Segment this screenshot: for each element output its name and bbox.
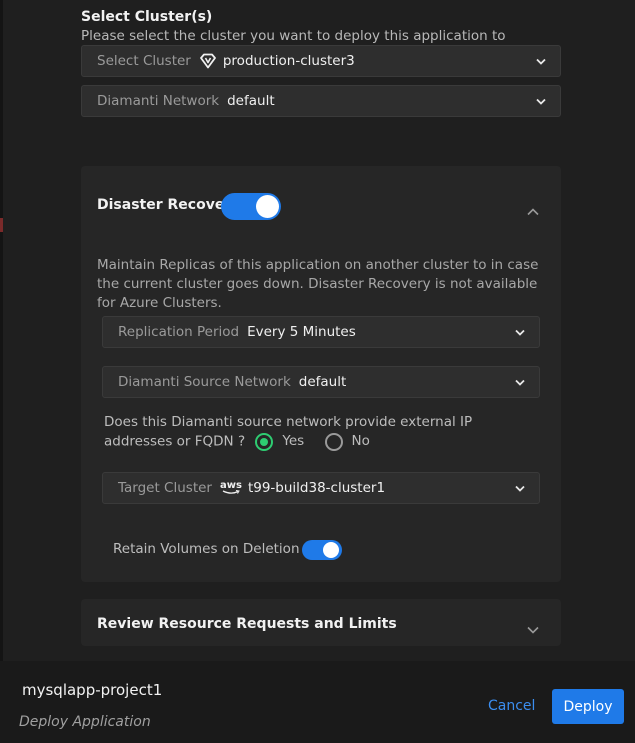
select-cluster-label: Select Cluster xyxy=(97,53,191,69)
target-cluster-value: t99-build38-cluster1 xyxy=(247,480,386,496)
target-cluster-label: Target Cluster xyxy=(118,480,212,496)
footer-subtitle: Deploy Application xyxy=(19,714,151,730)
toggle-knob xyxy=(256,195,279,218)
disaster-recovery-description: Maintain Replicas of this application on… xyxy=(97,257,539,311)
chevron-down-icon xyxy=(536,56,546,66)
chevron-down-icon xyxy=(515,377,525,387)
radio-yes-label: Yes xyxy=(282,433,305,449)
deploy-application-view: Select Cluster(s) Please select the clus… xyxy=(0,0,635,743)
cancel-button[interactable]: Cancel xyxy=(488,698,535,714)
diamanti-logo-icon xyxy=(199,53,217,69)
disaster-recovery-toggle[interactable] xyxy=(221,193,281,220)
chevron-down-icon xyxy=(536,96,546,106)
select-clusters-subtitle: Please select the cluster you want to de… xyxy=(81,28,506,44)
project-name: mysqlapp-project1 xyxy=(22,681,163,699)
radio-selected-icon xyxy=(255,432,274,451)
external-ip-question: Does this Diamanti source network provid… xyxy=(104,413,544,452)
select-clusters-title: Select Cluster(s) xyxy=(81,9,213,25)
replication-period-dropdown[interactable]: Replication Period Every 5 Minutes xyxy=(102,316,540,348)
chevron-up-icon[interactable] xyxy=(527,201,539,220)
diamanti-network-dropdown[interactable]: Diamanti Network default xyxy=(81,85,561,117)
source-network-dropdown[interactable]: Diamanti Source Network default xyxy=(102,366,540,398)
source-network-label: Diamanti Source Network xyxy=(118,374,291,390)
deploy-button[interactable]: Deploy xyxy=(552,689,624,724)
chevron-down-icon xyxy=(515,483,525,493)
disaster-recovery-title: Disaster Recovery xyxy=(97,197,241,213)
radio-yes[interactable]: Yes xyxy=(255,432,304,451)
review-resources-title: Review Resource Requests and Limits xyxy=(97,616,397,632)
left-edge-strip xyxy=(0,0,3,743)
left-edge-marker xyxy=(0,218,3,232)
diamanti-network-value: default xyxy=(227,93,275,109)
target-cluster-dropdown[interactable]: Target Cluster aws t99-build38-cluster1 xyxy=(102,472,540,504)
retain-volumes-label: Retain Volumes on Deletion xyxy=(113,541,300,557)
radio-unselected-icon xyxy=(324,432,343,451)
retain-volumes-toggle[interactable] xyxy=(302,540,342,560)
select-cluster-dropdown[interactable]: Select Cluster production-cluster3 xyxy=(81,45,561,77)
source-network-value: default xyxy=(298,374,347,390)
select-cluster-value: production-cluster3 xyxy=(222,53,355,69)
chevron-down-icon xyxy=(515,327,525,337)
radio-no[interactable]: No xyxy=(324,432,370,451)
chevron-down-icon[interactable] xyxy=(527,619,539,638)
aws-logo-icon: aws xyxy=(220,481,242,495)
diamanti-network-label: Diamanti Network xyxy=(97,93,220,109)
footer-bar: mysqlapp-project1 Deploy Application Can… xyxy=(0,661,635,743)
replication-period-value: Every 5 Minutes xyxy=(247,324,356,340)
toggle-knob xyxy=(323,542,339,558)
radio-no-label: No xyxy=(351,433,370,449)
replication-period-label: Replication Period xyxy=(118,324,240,340)
